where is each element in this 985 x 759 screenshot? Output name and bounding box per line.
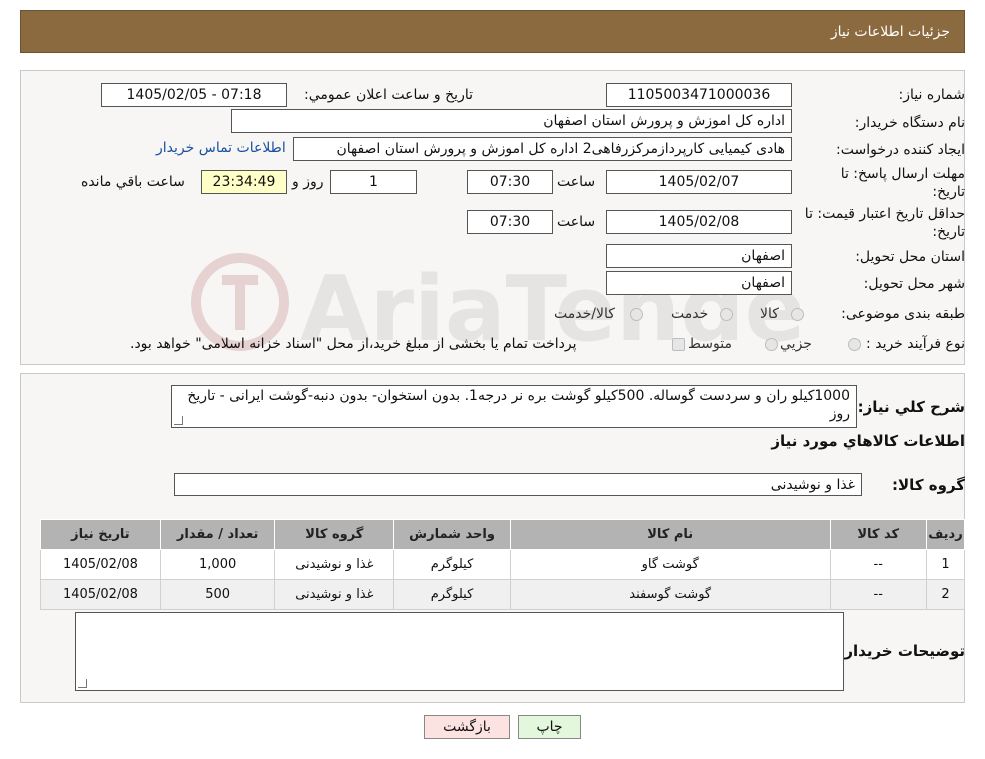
col-header-group: گروه کالا [274,519,395,550]
validity-label-2: تاريخ: [932,224,965,240]
buyer-label: نام دستگاه خريدار: [854,115,965,131]
buyer-notes-label: توضيحات خريدار: [838,642,965,660]
goods-group-label: گروه کالا: [892,476,965,494]
cell-quantity: 1,000 [159,549,276,580]
cell-row-no: 1 [925,549,966,580]
print-button[interactable]: چاپ [518,715,581,739]
process-note: پرداخت تمام يا بخشی از مبلغ خريد،از محل … [130,336,577,352]
table-header-row: رديف کد کالا نام کالا واحد شمارش گروه کا… [40,519,966,550]
page-title: جزئیات اطلاعات نیاز [830,24,950,40]
table-row: 2 -- گوشت گوسفند کيلوگرم غذا و نوشيدنی 5… [40,579,966,610]
creator-label: ايجاد کننده درخواست: [836,142,965,158]
resize-grip-icon[interactable] [174,416,183,425]
category-option-goods-service: کالا/خدمت [554,306,615,322]
cell-name: گوشت گاو [509,549,831,580]
process-radio-medium[interactable] [765,338,778,351]
deadline-label-2: تاریخ: [932,184,965,200]
table-row: 1 -- گوشت گاو کيلوگرم غذا و نوشيدنی 1,00… [40,549,966,580]
city-label: شهر محل تحويل: [863,276,965,292]
remaining-time-field: 23:34:49 [201,170,287,194]
items-section-title: اطلاعات کالاهاي مورد نياز [771,432,965,450]
need-number-label: شماره نیاز: [898,87,966,103]
cell-code: -- [829,549,927,580]
cell-quantity: 500 [159,579,276,610]
cell-date: 1405/02/08 [40,579,161,610]
validity-time-label: ساعت [557,214,596,230]
col-header-unit: واحد شمارش [393,519,511,550]
col-header-row-no: رديف [925,519,966,550]
deadline-date-field: 1405/02/07 [606,170,792,194]
cell-group: غذا و نوشيدنی [274,549,395,580]
treasury-checkbox[interactable] [672,338,685,351]
process-option-medium: متوسط [688,336,732,352]
days-label: روز و [292,174,324,190]
creator-field: هادی کیمیایی کارپردازمرکزرفاهی2 اداره کل… [293,137,792,161]
validity-label-1: حداقل تاريخ اعتبار قيمت: تا [804,206,965,222]
announce-field: 1405/02/05 - 07:18 [101,83,287,107]
category-radio-goods[interactable] [791,308,804,321]
col-header-code: کد کالا [829,519,927,550]
category-option-service: خدمت [671,306,709,322]
cell-unit: کيلوگرم [393,579,511,610]
remaining-label: ساعت باقي مانده [81,174,185,190]
buyer-notes-text [76,613,843,617]
deadline-time-field: 07:30 [467,170,553,194]
days-field: 1 [330,170,417,194]
back-button[interactable]: بازگشت [424,715,510,739]
process-radio-minor[interactable] [848,338,861,351]
cell-row-no: 2 [925,579,966,610]
category-radio-goods-service[interactable] [630,308,643,321]
buyer-field: اداره کل اموزش و پرورش استان اصفهان [231,109,792,133]
deadline-label-1: مهلت ارسال پاسخ: تا [840,166,965,182]
buyer-notes-textarea[interactable] [75,612,844,691]
cell-name: گوشت گوسفند [509,579,831,610]
cell-unit: کيلوگرم [393,549,511,580]
category-label: طبقه بندی موضوعی: [841,306,965,322]
announce-label: تاریخ و ساعت اعلان عمومي: [304,87,473,103]
cell-code: -- [829,579,927,610]
deadline-time-label: ساعت [557,174,596,190]
goods-group-field: غذا و نوشيدنی [174,473,862,496]
need-number-field: 1105003471000036 [606,83,792,107]
province-field: اصفهان [606,244,792,268]
cell-group: غذا و نوشيدنی [274,579,395,610]
category-option-goods: کالا [760,306,779,322]
cell-date: 1405/02/08 [40,549,161,580]
col-header-name: نام کالا [509,519,831,550]
category-radio-service[interactable] [720,308,733,321]
validity-date-field: 1405/02/08 [606,210,792,234]
page-header: جزئیات اطلاعات نیاز [20,10,965,53]
resize-grip-icon[interactable] [78,679,87,688]
description-text: 1000کیلو ران و سردست گوساله. 500کیلو گوش… [187,388,850,422]
validity-time-field: 07:30 [467,210,553,234]
process-label: نوع فرآيند خريد : [866,336,965,352]
process-option-minor: جزيي [780,336,812,352]
city-field: اصفهان [606,271,792,295]
col-header-date: تاريخ نياز [40,519,161,550]
items-table: رديف کد کالا نام کالا واحد شمارش گروه کا… [40,519,966,610]
description-textarea[interactable]: 1000کیلو ران و سردست گوساله. 500کیلو گوش… [171,385,857,428]
description-label: شرح کلي نياز: [857,398,965,416]
col-header-quantity: تعداد / مقدار [159,519,276,550]
buyer-contact-link[interactable]: اطلاعات تماس خريدار [156,140,286,156]
province-label: استان محل تحويل: [855,249,965,265]
